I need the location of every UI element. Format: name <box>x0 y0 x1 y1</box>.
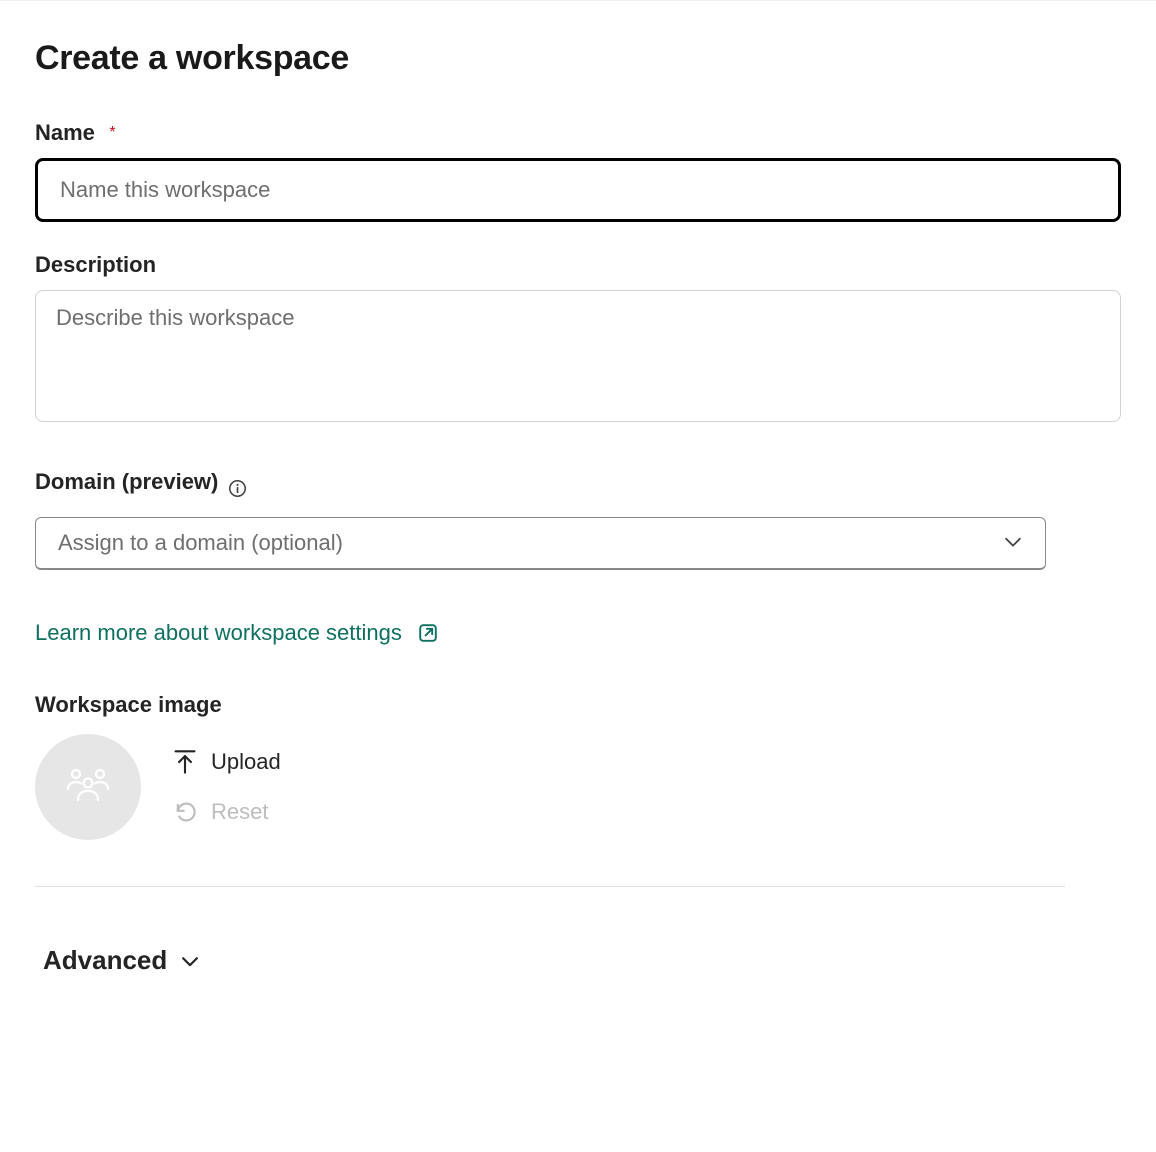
upload-icon <box>173 749 197 775</box>
domain-label: Domain (preview) <box>35 469 218 495</box>
domain-field-group: Domain (preview) Assign to a domain (opt… <box>35 469 1121 570</box>
info-icon[interactable] <box>228 479 247 498</box>
description-label: Description <box>35 252 156 278</box>
learn-more-link[interactable]: Learn more about workspace settings <box>35 620 440 646</box>
learn-more-text: Learn more about workspace settings <box>35 620 402 646</box>
upload-button[interactable]: Upload <box>173 745 281 779</box>
workspace-image-label: Workspace image <box>35 692 1121 718</box>
chevron-down-icon <box>179 950 201 972</box>
description-input[interactable] <box>35 290 1121 422</box>
reset-button: Reset <box>173 795 281 829</box>
advanced-toggle[interactable]: Advanced <box>35 941 209 980</box>
section-divider <box>35 886 1065 887</box>
domain-select[interactable]: Assign to a domain (optional) <box>35 517 1046 570</box>
upload-label: Upload <box>211 749 281 775</box>
name-field-group: Name * <box>35 120 1121 222</box>
required-indicator: * <box>109 124 115 141</box>
description-field-group: Description <box>35 252 1121 427</box>
workspace-image-section: Workspace image <box>35 692 1121 840</box>
page-title: Create a workspace <box>35 39 1121 78</box>
name-input[interactable] <box>35 158 1121 222</box>
external-link-icon <box>416 621 440 645</box>
advanced-label: Advanced <box>43 945 167 976</box>
name-label: Name <box>35 120 95 146</box>
workspace-avatar-placeholder <box>35 734 141 840</box>
people-group-icon <box>64 767 112 807</box>
reset-icon <box>173 800 197 824</box>
reset-label: Reset <box>211 799 268 825</box>
